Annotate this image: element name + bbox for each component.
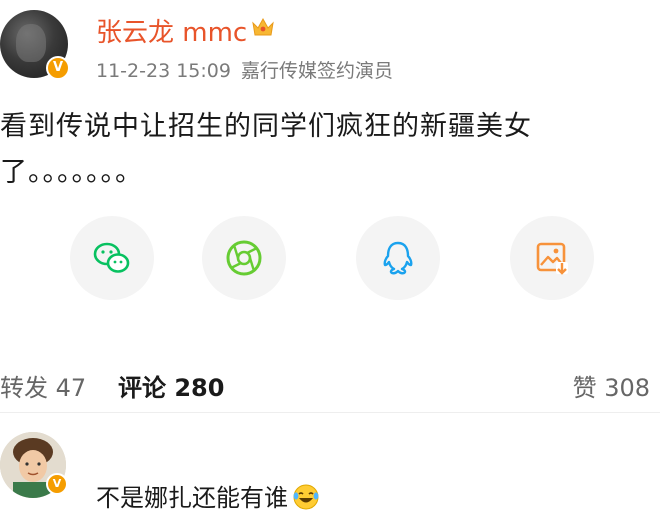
post-text-line-2: 了。。。。。。。 — [0, 157, 143, 188]
qq-icon — [383, 241, 413, 275]
share-moments-button[interactable] — [202, 216, 286, 300]
comments-count[interactable]: 评论 280 — [118, 368, 224, 403]
wechat-icon — [93, 242, 130, 273]
divider — [0, 412, 660, 413]
moments-icon — [226, 240, 262, 276]
save-image-icon — [536, 242, 568, 275]
share-wechat-button[interactable] — [70, 216, 154, 300]
reposts-count[interactable]: 转发 47 — [0, 368, 86, 403]
verified-badge: V — [46, 56, 70, 80]
post-text-line-1: 看到传说中让招生的同学们疯狂的新疆美女 — [0, 111, 532, 142]
likes-count[interactable]: 赞 308 — [573, 368, 650, 403]
save-image-button[interactable] — [510, 216, 594, 300]
post-meta: 11-2-23 15:09 嘉行传媒签约演员 — [96, 56, 393, 83]
share-qq-button[interactable] — [356, 216, 440, 300]
author-title: 嘉行传媒签约演员 — [240, 60, 393, 82]
crown-icon — [252, 17, 274, 36]
commenter-verified-badge: V — [46, 473, 68, 495]
comment-body: 不是娜扎还能有谁 — [96, 484, 288, 512]
post-time: 11-2-23 15:09 — [96, 60, 231, 82]
author-name[interactable]: 张云龙 mmc — [96, 12, 247, 49]
post-content: 看到传说中让招生的同学们疯狂的新疆美女 了。。。。。。。 — [0, 104, 600, 196]
laughing-tears-emoji-icon — [293, 484, 319, 510]
comment-text: 不是娜扎还能有谁 — [96, 478, 320, 513]
